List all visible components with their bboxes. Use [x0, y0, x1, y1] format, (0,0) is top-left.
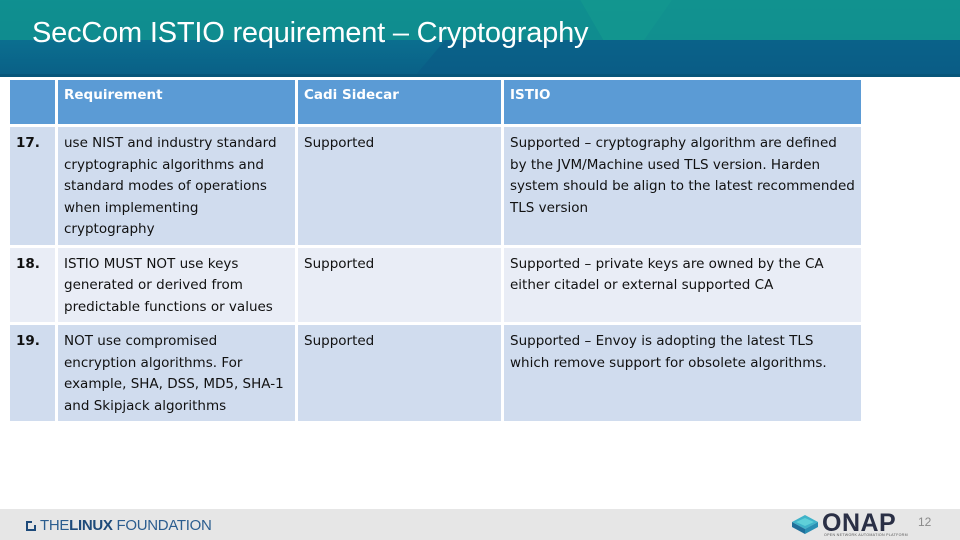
cadi-sidecar-cell: Supported	[298, 127, 501, 245]
onap-subtitle: OPEN NETWORK AUTOMATION PLATFORM	[824, 533, 908, 537]
slide-footer: THELINUX FOUNDATION ONAP OPEN NETWORK AU…	[0, 509, 960, 540]
table-row: 19. NOT use compromised encryption algor…	[10, 325, 861, 421]
header-istio: ISTIO	[504, 80, 861, 124]
table-header-row: Requirement Cadi Sidecar ISTIO	[10, 80, 861, 124]
header-cadi-sidecar: Cadi Sidecar	[298, 80, 501, 124]
title-banner: SecCom ISTIO requirement – Cryptography	[0, 0, 960, 77]
header-number	[10, 80, 55, 124]
onap-cube-icon	[792, 515, 818, 534]
row-number: 17.	[10, 127, 55, 245]
slide-title: SecCom ISTIO requirement – Cryptography	[32, 17, 589, 49]
onap-logo: ONAP OPEN NETWORK AUTOMATION PLATFORM	[790, 509, 910, 539]
cadi-sidecar-cell: Supported	[298, 325, 501, 421]
istio-cell: Supported – Envoy is adopting the latest…	[504, 325, 861, 421]
header-requirement: Requirement	[58, 80, 295, 124]
logo-text-the: THE	[40, 517, 70, 534]
istio-cell: Supported – cryptography algorithm are d…	[504, 127, 861, 245]
table-row: 17. use NIST and industry standard crypt…	[10, 127, 861, 245]
logo-text-foundation: FOUNDATION	[116, 517, 212, 534]
requirement-cell: NOT use compromised encryption algorithm…	[58, 325, 295, 421]
linux-foundation-icon	[26, 520, 36, 531]
requirements-table: Requirement Cadi Sidecar ISTIO 17. use N…	[7, 77, 864, 424]
row-number: 19.	[10, 325, 55, 421]
requirement-cell: use NIST and industry standard cryptogra…	[58, 127, 295, 245]
page-number: 12	[918, 515, 932, 529]
istio-cell: Supported – private keys are owned by th…	[504, 247, 861, 322]
cadi-sidecar-cell: Supported	[298, 247, 501, 322]
row-number: 18.	[10, 247, 55, 322]
logo-text-linux: LINUX	[69, 517, 113, 534]
table-row: 18. ISTIO MUST NOT use keys generated or…	[10, 247, 861, 322]
requirement-cell: ISTIO MUST NOT use keys generated or der…	[58, 247, 295, 322]
linux-foundation-logo: THELINUX FOUNDATION	[26, 517, 212, 534]
